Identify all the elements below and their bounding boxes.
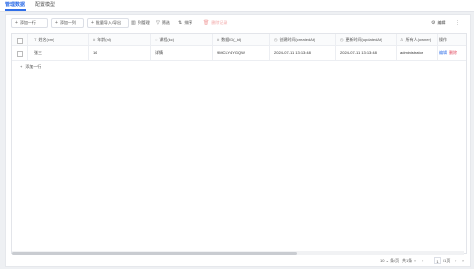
field-manage-button[interactable]: ▥ 列管理 bbox=[131, 18, 150, 28]
sort-button[interactable]: ⇅ 排序 bbox=[178, 18, 192, 28]
horizontal-scrollbar[interactable] bbox=[12, 251, 464, 255]
total-count: 共1条 bbox=[402, 258, 413, 263]
clock-icon: ◷ bbox=[274, 37, 278, 42]
table-row[interactable]: 张三 16 详情 9MCLY4YGQW 2024-07-11 13:13:48 … bbox=[12, 46, 466, 61]
column-header-created[interactable]: ◷ 创建时间(createdAt) bbox=[274, 34, 315, 45]
id-field-icon: # bbox=[217, 37, 220, 42]
last-page-icon[interactable]: » bbox=[462, 257, 464, 264]
column-header-actions: 操作 bbox=[439, 37, 447, 42]
settings-button[interactable]: ⚙ 编辑 bbox=[431, 18, 445, 28]
cell-created-at: 2024-07-11 13:13:48 bbox=[274, 50, 311, 55]
data-table: T 姓名(xm) # 年龄(nl) ◌ 课程(kc) # 数据ID(_id) ◷ 创建时间… bbox=[11, 33, 467, 254]
filter-button[interactable]: ▽ 筛选 bbox=[156, 18, 170, 28]
tab-manage-data[interactable]: 管理数据 bbox=[5, 1, 25, 9]
next-page-icon[interactable]: › bbox=[455, 257, 456, 264]
plus-icon: + bbox=[15, 20, 18, 26]
active-tab-indicator bbox=[5, 9, 26, 11]
column-divider bbox=[27, 34, 28, 60]
number-field-icon: # bbox=[93, 37, 96, 42]
clock-icon: ◷ bbox=[340, 37, 344, 42]
trash-icon: 🗑 bbox=[203, 20, 210, 26]
more-icon: ⋮ bbox=[455, 20, 460, 26]
user-icon: ♙ bbox=[400, 37, 404, 42]
column-divider bbox=[150, 34, 151, 60]
filter-icon: ▽ bbox=[156, 20, 160, 26]
column-divider bbox=[212, 34, 213, 60]
gear-icon: ⚙ bbox=[431, 20, 436, 26]
delete-records-button[interactable]: 🗑 删除记录 bbox=[203, 18, 227, 28]
toolbar: + 添加一行 + 添加一列 + 批量导入/导出 ▥ 列管理 ▽ 筛选 ⇅ 排序 🗑 删除记录 … bbox=[6, 15, 470, 32]
column-divider bbox=[269, 34, 270, 60]
cell-updated-at: 2024-07-11 13:13:48 bbox=[340, 50, 377, 55]
column-header-id[interactable]: # 数据ID(_id) bbox=[217, 34, 241, 45]
add-column-button[interactable]: + 添加一列 bbox=[51, 18, 84, 28]
relation-field-icon: ◌ bbox=[155, 37, 158, 42]
cell-owner: administrator bbox=[400, 50, 424, 55]
more-button[interactable]: ⋮ bbox=[455, 18, 462, 28]
delete-row-link[interactable]: 删除 bbox=[449, 50, 457, 55]
cell-course-link[interactable]: 详情 bbox=[155, 46, 163, 60]
column-header-name[interactable]: T 姓名(xm) bbox=[34, 34, 54, 45]
tab-config-model[interactable]: 配置模型 bbox=[35, 1, 55, 9]
sort-icon: ⇅ bbox=[178, 20, 183, 26]
page-size-select[interactable]: 10 ⌄ 条/页 bbox=[380, 257, 399, 264]
cell-name[interactable]: 张三 bbox=[34, 46, 42, 60]
plus-icon: + bbox=[91, 20, 94, 26]
top-tabs: 管理数据 配置模型 bbox=[0, 0, 474, 12]
column-divider bbox=[88, 34, 89, 60]
data-panel: + 添加一行 + 添加一列 + 批量导入/导出 ▥ 列管理 ▽ 筛选 ⇅ 排序 🗑 删除记录 … bbox=[5, 14, 471, 267]
chevron-down-icon: ⌄ bbox=[385, 258, 389, 263]
cell-age[interactable]: 16 bbox=[93, 46, 97, 60]
cell-actions: 编辑 删除 bbox=[439, 46, 457, 60]
plus-icon: + bbox=[55, 20, 58, 26]
add-row-inline[interactable]: + 添加一行 bbox=[12, 61, 466, 73]
columns-icon: ▥ bbox=[131, 20, 136, 26]
scrollbar-thumb[interactable] bbox=[12, 251, 297, 255]
select-all-checkbox[interactable] bbox=[17, 37, 23, 44]
table-header: T 姓名(xm) # 年龄(nl) ◌ 课程(kc) # 数据ID(_id) ◷ 创建时间… bbox=[12, 34, 466, 46]
row-checkbox[interactable] bbox=[17, 51, 23, 57]
pagination: 10 ⌄ 条/页 共1条 « ‹ 1 /1页 › » bbox=[6, 256, 470, 266]
column-divider bbox=[437, 34, 438, 60]
prev-page-icon[interactable]: ‹ bbox=[422, 257, 423, 264]
column-header-course[interactable]: ◌ 课程(kc) bbox=[155, 34, 174, 45]
column-header-updated[interactable]: ◷ 更新时间(updatedAt) bbox=[340, 34, 382, 45]
column-divider bbox=[335, 34, 336, 60]
plus-icon: + bbox=[20, 64, 23, 69]
cell-id: 9MCLY4YGQW bbox=[217, 50, 245, 55]
import-export-button[interactable]: + 批量导入/导出 bbox=[87, 18, 129, 28]
add-row-button[interactable]: + 添加一行 bbox=[11, 18, 48, 28]
total-pages: /1页 bbox=[443, 258, 451, 263]
edit-row-link[interactable]: 编辑 bbox=[439, 50, 447, 55]
add-row-inline-label: + 添加一行 bbox=[20, 64, 42, 69]
page-number-input[interactable]: 1 bbox=[434, 257, 441, 264]
column-header-owner[interactable]: ♙ 所有人(owner) bbox=[400, 34, 437, 45]
text-field-icon: T bbox=[34, 37, 37, 42]
first-page-icon[interactable]: « bbox=[414, 257, 416, 264]
column-header-age[interactable]: # 年龄(nl) bbox=[93, 34, 111, 45]
column-divider bbox=[396, 34, 397, 60]
